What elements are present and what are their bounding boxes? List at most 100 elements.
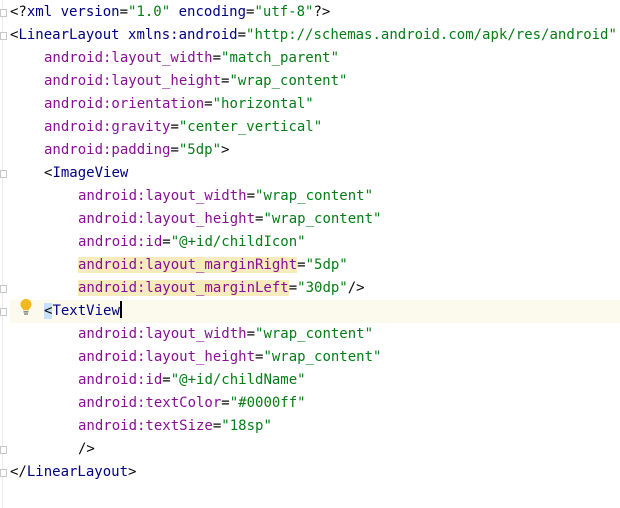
code-text: android:padding="5dp">: [44, 139, 229, 162]
code-editor[interactable]: <?xml version="1.0" encoding="utf-8"?> <L…: [0, 0, 620, 508]
code-token: "1.0": [128, 4, 171, 20]
code-token: =: [119, 4, 129, 20]
code-token: ?>: [313, 4, 331, 20]
code-token: =: [288, 280, 298, 296]
code-token: LinearLayout: [18, 27, 120, 43]
code-token: android:layout_width: [78, 188, 247, 204]
code-token: >: [128, 464, 137, 480]
fold-marker-icon[interactable]: [0, 32, 7, 40]
code-line[interactable]: android:padding="5dp">: [10, 139, 620, 162]
code-text: android:layout_width="match_parent": [44, 47, 339, 70]
code-line[interactable]: android:layout_width="wrap_content": [10, 323, 620, 346]
code-token: =: [246, 188, 256, 204]
code-text: android:orientation="horizontal": [44, 93, 314, 116]
editor-gutter: [0, 0, 10, 508]
code-token: "http://schemas.android.com/apk/res/andr…: [246, 27, 617, 43]
code-token: "center_vertical": [178, 119, 323, 135]
code-text: android:layout_height="wrap_content": [44, 70, 347, 93]
code-token: "#0000ff": [229, 395, 306, 411]
code-token: android:orientation: [44, 96, 205, 112]
code-token: "@+id/childName": [170, 372, 306, 388]
code-text: </LinearLayout>: [10, 461, 136, 484]
code-token: <?: [10, 4, 27, 20]
code-text: <?xml version="1.0" encoding="utf-8"?>: [10, 1, 330, 24]
code-text: android:id="@+id/childName": [78, 369, 306, 392]
code-token: =: [170, 142, 179, 158]
code-token: />: [78, 441, 95, 457]
lightbulb-intention-icon[interactable]: [19, 298, 33, 316]
code-text: />: [78, 438, 95, 461]
code-token: "wrap_content": [255, 188, 374, 204]
code-token: LinearLayout: [26, 464, 129, 480]
code-line[interactable]: android:textColor="#0000ff": [10, 392, 620, 415]
code-token: android:layout_height: [78, 349, 256, 365]
code-text: <ImageView: [44, 162, 128, 185]
code-token: =: [204, 96, 213, 112]
code-token: </: [10, 464, 27, 480]
code-token: android:id: [78, 372, 163, 388]
code-token: =: [170, 119, 179, 135]
code-line[interactable]: android:layout_height="wrap_content": [10, 346, 620, 369]
code-line[interactable]: <TextView: [10, 300, 620, 323]
code-token: xml version: [26, 4, 120, 20]
code-token: "30dp": [297, 280, 348, 296]
code-token: android:layout_width: [78, 326, 247, 342]
code-token: android:layout_width: [44, 50, 213, 66]
code-line[interactable]: android:id="@+id/childName": [10, 369, 620, 392]
code-token: "match_parent": [221, 50, 340, 66]
code-token: "5dp": [305, 257, 348, 273]
code-line[interactable]: android:orientation="horizontal": [10, 93, 620, 116]
code-token: =: [237, 27, 247, 43]
code-token: xmlns:android: [119, 27, 238, 43]
code-text: android:layout_marginRight="5dp": [78, 254, 348, 277]
code-line[interactable]: android:layout_width="match_parent": [10, 47, 620, 70]
code-token: android:gravity: [44, 119, 171, 135]
fold-marker-icon[interactable]: [0, 308, 7, 316]
code-line[interactable]: <?xml version="1.0" encoding="utf-8"?>: [10, 1, 620, 24]
code-token: TextView: [52, 303, 120, 319]
code-text: <LinearLayout xmlns:android="http://sche…: [10, 24, 617, 47]
code-token: "wrap_content": [263, 349, 382, 365]
fold-marker-icon[interactable]: [0, 446, 7, 454]
code-text: android:layout_marginLeft="30dp"/>: [78, 277, 365, 300]
code-line[interactable]: android:layout_marginRight="5dp": [10, 254, 620, 277]
code-text: android:layout_height="wrap_content": [78, 208, 381, 231]
code-line[interactable]: android:id="@+id/childIcon": [10, 231, 620, 254]
code-token: android:id: [78, 234, 163, 250]
fold-marker-icon[interactable]: [0, 9, 7, 17]
code-token: =: [221, 395, 230, 411]
code-line[interactable]: <ImageView: [10, 162, 620, 185]
fold-marker-icon[interactable]: [0, 469, 7, 477]
code-token: android:textColor: [78, 395, 222, 411]
code-text: android:textColor="#0000ff": [78, 392, 306, 415]
code-line[interactable]: android:gravity="center_vertical": [10, 116, 620, 139]
code-token: =: [162, 234, 171, 250]
code-token: android:textSize: [78, 418, 213, 434]
fold-marker-icon[interactable]: [0, 170, 7, 178]
code-token: =: [212, 50, 222, 66]
code-token: encoding: [170, 4, 247, 20]
code-token: "5dp": [178, 142, 222, 158]
code-text: android:layout_width="wrap_content": [78, 185, 373, 208]
code-line[interactable]: android:layout_marginLeft="30dp"/>: [10, 277, 620, 300]
code-token: android:layout_marginLeft: [78, 280, 289, 296]
code-line[interactable]: android:layout_width="wrap_content": [10, 185, 620, 208]
code-line[interactable]: </LinearLayout>: [10, 461, 620, 484]
fold-marker-icon[interactable]: [0, 285, 7, 293]
code-line[interactable]: android:textSize="18sp": [10, 415, 620, 438]
code-token: "wrap_content": [255, 326, 374, 342]
code-line[interactable]: <LinearLayout xmlns:android="http://sche…: [10, 24, 620, 47]
text-caret: [119, 301, 122, 318]
code-text: android:layout_height="wrap_content": [78, 346, 381, 369]
code-token: "wrap_content": [229, 73, 348, 89]
code-token: ImageView: [52, 165, 129, 181]
code-line[interactable]: />: [10, 438, 620, 461]
code-line[interactable]: android:layout_height="wrap_content": [10, 70, 620, 93]
code-token: android:layout_marginRight: [78, 257, 298, 273]
code-token: =: [246, 326, 256, 342]
code-text: <TextView: [44, 300, 122, 323]
code-token: android:layout_height: [44, 73, 222, 89]
code-token: "utf-8": [254, 4, 314, 20]
code-line[interactable]: android:layout_height="wrap_content": [10, 208, 620, 231]
code-text: android:gravity="center_vertical": [44, 116, 322, 139]
